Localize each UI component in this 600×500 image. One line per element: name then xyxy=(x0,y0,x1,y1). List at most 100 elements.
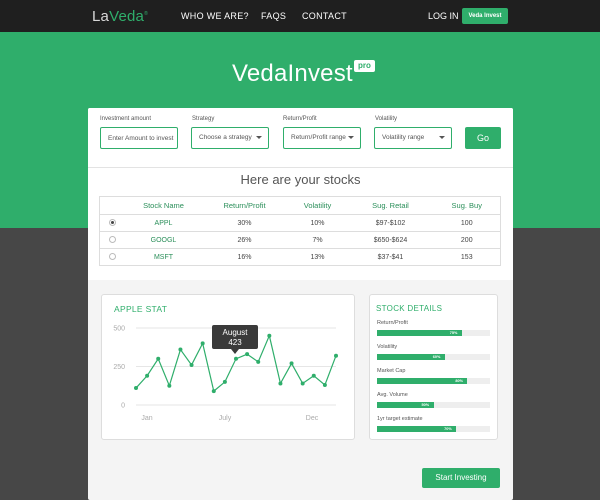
detail-progress-fill: 75% xyxy=(377,330,462,336)
detail-progress-fill: 70% xyxy=(377,426,457,432)
go-button[interactable]: Go xyxy=(465,127,501,149)
page-title: VedaInvest xyxy=(232,60,353,87)
table-row[interactable]: GOOGL 26% 7% $650-$624 200 xyxy=(99,231,501,249)
volatility-cell: 7% xyxy=(287,231,348,249)
logo-trademark: ® xyxy=(144,11,148,17)
data-point xyxy=(189,362,194,367)
volatility-range-select[interactable]: Volatility range xyxy=(374,127,452,149)
select-radio[interactable] xyxy=(109,252,117,260)
detail-progress-track: 50% xyxy=(377,402,490,408)
return-select-value: Return/Profit range xyxy=(291,134,346,141)
return-cell: 16% xyxy=(201,248,288,266)
stock-name-cell: MSFT xyxy=(125,248,202,266)
y-tick-label: 500 xyxy=(113,326,125,333)
retail-cell: $650-$624 xyxy=(347,231,434,249)
x-tick-label: Jan xyxy=(141,415,152,422)
logo-la-text: La xyxy=(92,8,110,25)
pro-badge: pro xyxy=(354,60,375,72)
nav-link-who-we-are[interactable]: WHO WE ARE? xyxy=(181,11,249,21)
tooltip-value: 423 xyxy=(228,338,242,347)
detail-label: Avg. Volume xyxy=(377,392,408,398)
apple-stat-chart: 500 250 0 Jan July Dec August423 xyxy=(113,325,338,422)
data-point xyxy=(245,352,250,357)
return-range-select[interactable]: Return/Profit range xyxy=(283,127,361,149)
column-header: Volatility xyxy=(287,196,348,215)
data-point xyxy=(267,333,272,338)
y-tick-label: 0 xyxy=(121,403,125,410)
select-column-header xyxy=(99,196,126,215)
return-cell: 26% xyxy=(201,231,288,249)
table-row[interactable]: MSFT 16% 13% $37-$41 153 xyxy=(99,248,501,266)
column-header: Sug. Buy xyxy=(433,196,501,215)
strategy-select[interactable]: Choose a strategy xyxy=(191,127,269,149)
strategy-label: Strategy xyxy=(192,116,215,122)
detail-percent: 75% xyxy=(449,331,458,335)
data-point xyxy=(200,341,205,346)
data-point xyxy=(156,356,161,361)
detail-label: 1yr target estimate xyxy=(377,416,423,422)
data-point xyxy=(178,347,183,352)
select-radio[interactable] xyxy=(109,218,117,226)
nav-link-faqs[interactable]: FAQS xyxy=(261,11,286,21)
detail-progress-track: 75% xyxy=(377,330,490,336)
start-investing-button[interactable]: Start Investing xyxy=(422,468,500,488)
detail-percent: 60% xyxy=(432,355,441,359)
tooltip-pointer xyxy=(231,349,239,354)
detail-label: Market Cap xyxy=(377,368,406,374)
detail-progress-track: 60% xyxy=(377,354,490,360)
strategy-select-value: Choose a strategy xyxy=(199,134,252,141)
nav-link-contact[interactable]: CONTACT xyxy=(302,11,347,21)
stock-name-cell: GOOGL xyxy=(125,231,202,249)
stocks-table: Stock Name Return/Profit Volatility Sug.… xyxy=(99,196,501,266)
data-point xyxy=(234,356,238,361)
select-radio-cell xyxy=(99,231,126,249)
detail-label: Volatility xyxy=(377,344,398,350)
investment-label: Investment amount xyxy=(100,116,152,122)
laveda-logo[interactable]: LaVeda® xyxy=(92,8,148,25)
column-header: Sug. Retail xyxy=(347,196,434,215)
detail-progress-fill: 80% xyxy=(377,378,468,384)
data-point xyxy=(300,381,305,386)
return-label: Return/Profit xyxy=(283,116,317,122)
table-row[interactable]: APPL 30% 10% $97-$102 100 xyxy=(99,214,501,232)
detail-progress-track: 80% xyxy=(377,378,490,384)
tooltip-label: August xyxy=(223,328,249,337)
retail-cell: $37-$41 xyxy=(347,248,434,266)
stocks-title: Here are your stocks xyxy=(240,172,361,187)
detail-label: Return/Profit xyxy=(377,320,408,326)
y-tick-label: 250 xyxy=(113,364,125,371)
detail-progress-fill: 60% xyxy=(377,354,445,360)
data-point xyxy=(167,383,172,388)
logo-veda-text: Veda xyxy=(109,8,145,25)
column-header: Stock Name xyxy=(125,196,202,215)
select-radio-cell xyxy=(99,214,126,232)
volatility-cell: 10% xyxy=(287,214,348,232)
volatility-label: Volatility xyxy=(375,116,398,122)
select-radio[interactable] xyxy=(109,235,117,243)
column-header: Return/Profit xyxy=(201,196,288,215)
detail-progress-fill: 50% xyxy=(377,402,434,408)
chevron-down-icon xyxy=(256,136,262,139)
detail-percent: 70% xyxy=(444,427,452,431)
select-radio-cell xyxy=(99,248,126,266)
data-point xyxy=(211,389,216,394)
buy-cell: 200 xyxy=(433,231,501,249)
volatility-cell: 13% xyxy=(287,248,348,266)
buy-cell: 153 xyxy=(433,248,501,266)
detail-percent: 50% xyxy=(421,403,430,407)
data-point xyxy=(322,382,327,387)
data-point xyxy=(311,373,316,378)
table-header-row: Stock Name Return/Profit Volatility Sug.… xyxy=(99,196,501,215)
stock-details-title: STOCK DETAILS xyxy=(376,304,443,313)
data-point xyxy=(256,359,261,364)
investment-amount-input[interactable] xyxy=(100,127,178,149)
return-cell: 30% xyxy=(201,214,288,232)
data-point xyxy=(334,353,338,358)
veda-invest-button[interactable]: Veda Invest xyxy=(462,8,508,24)
detail-percent: 80% xyxy=(455,379,463,383)
stock-name-cell: APPL xyxy=(125,214,202,232)
top-navbar xyxy=(0,0,600,32)
buy-cell: 100 xyxy=(433,214,501,232)
login-link[interactable]: LOG IN xyxy=(428,11,459,21)
data-point xyxy=(278,381,283,386)
